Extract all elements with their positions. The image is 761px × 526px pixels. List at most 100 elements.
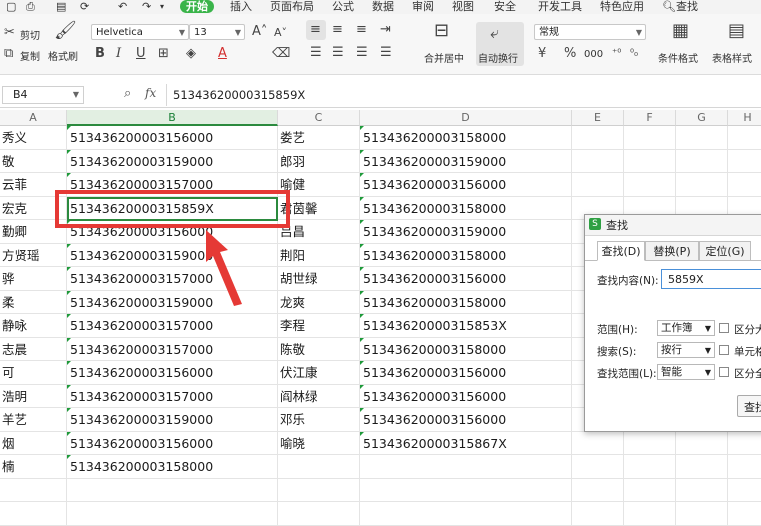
merge-center-button[interactable]: 合并居中 <box>424 50 464 65</box>
cell-e[interactable] <box>572 173 624 197</box>
cell-c[interactable]: 君茵馨 <box>278 196 360 220</box>
dialog-titlebar[interactable]: S 查找 <box>585 215 761 236</box>
align-left-icon[interactable]: ☰ <box>310 46 322 60</box>
cell-c[interactable]: 喻健 <box>278 173 360 197</box>
repeat-icon[interactable]: ⟳ <box>80 0 89 13</box>
cell-d[interactable]: 51343620000315867X <box>360 431 572 455</box>
grow-font-button[interactable]: A˄ <box>252 25 267 39</box>
cell-a[interactable]: 浩明 <box>0 384 67 408</box>
scissors-icon[interactable]: ✂ <box>4 26 15 40</box>
align-bottom-icon[interactable]: ≡ <box>356 23 367 37</box>
number-format-select[interactable]: 常规 ▼ <box>534 24 646 40</box>
cell-c[interactable]: 李程 <box>278 314 360 338</box>
cell-d[interactable]: 513436200003158000 <box>360 126 572 150</box>
cell-e[interactable] <box>572 502 624 526</box>
cell-b[interactable] <box>67 478 278 502</box>
cell-h[interactable] <box>728 479 761 502</box>
column-header-c[interactable]: C <box>278 110 360 126</box>
cell-c[interactable] <box>278 478 360 502</box>
cell-a[interactable]: 敬 <box>0 149 67 173</box>
cell-b[interactable]: 513436200003159000 <box>67 149 278 173</box>
cell-c[interactable]: 喻晓 <box>278 431 360 455</box>
tab-replace[interactable]: 替换(P) <box>645 241 699 261</box>
copy-icon[interactable]: ⧉ <box>4 47 13 61</box>
format-painter-icon[interactable]: 🖌︎ <box>54 22 77 40</box>
cell-f[interactable] <box>624 126 676 150</box>
align-middle-icon[interactable]: ≡ <box>332 23 343 37</box>
cell-b[interactable]: 513436200003158000 <box>67 455 278 479</box>
cell-f[interactable] <box>624 502 676 526</box>
cell-b[interactable]: 513436200003156000 <box>67 126 278 150</box>
cell-c[interactable]: 娄艺 <box>278 126 360 150</box>
merge-cells-icon[interactable]: ⊟ <box>434 22 449 40</box>
cell-a[interactable]: 静咏 <box>0 314 67 338</box>
align-center-icon[interactable]: ☰ <box>332 46 344 60</box>
cell-a[interactable]: 羊艺 <box>0 408 67 432</box>
tab-security[interactable]: 安全 <box>494 0 516 13</box>
cell-h[interactable] <box>728 173 761 197</box>
conditional-format-icon[interactable]: ▦ <box>672 22 689 40</box>
column-header-a[interactable]: A <box>0 110 67 126</box>
cell-b[interactable]: 513436200003156000 <box>67 431 278 455</box>
column-header-g[interactable]: G <box>676 110 728 126</box>
decrease-decimal-icon[interactable]: ⁰₀ <box>630 47 638 61</box>
cell-b[interactable]: 513436200003157000 <box>67 314 278 338</box>
cell-c[interactable]: 陈敬 <box>278 337 360 361</box>
format-painter-button[interactable]: 格式刷 <box>48 48 78 63</box>
cell-e[interactable] <box>572 431 624 455</box>
cell-g[interactable] <box>676 502 728 526</box>
tab-data[interactable]: 数据 <box>372 0 394 13</box>
cell-a[interactable]: 志晨 <box>0 337 67 361</box>
find-button[interactable]: 查找 <box>737 395 761 417</box>
cell-g[interactable] <box>676 126 728 150</box>
cell-d[interactable]: 513436200003158000 <box>360 337 572 361</box>
underline-button[interactable]: U <box>136 47 146 61</box>
cell-h[interactable] <box>728 126 761 150</box>
cell-f[interactable] <box>624 149 676 173</box>
cell-h[interactable] <box>728 455 761 479</box>
cell-c[interactable]: 郎羽 <box>278 149 360 173</box>
match-case-checkbox[interactable] <box>719 323 729 333</box>
tab-developer[interactable]: 开发工具 <box>538 0 582 13</box>
name-box[interactable]: B4 ▼ <box>2 86 84 104</box>
tab-find[interactable]: 查找(D) <box>597 241 645 261</box>
search-icon[interactable]: 🔍︎ <box>662 0 676 13</box>
cell-a[interactable]: 骅 <box>0 267 67 291</box>
look-in-select[interactable]: 智能 ▼ <box>657 364 715 380</box>
cell-d[interactable] <box>360 478 572 502</box>
tab-review[interactable]: 审阅 <box>412 0 434 13</box>
column-header-e[interactable]: E <box>572 110 624 126</box>
tab-page-layout[interactable]: 页面布局 <box>270 0 314 13</box>
cell-b[interactable]: 513436200003159000 <box>67 408 278 432</box>
tab-goto[interactable]: 定位(G) <box>699 241 751 261</box>
column-header-h[interactable]: H <box>728 110 761 126</box>
conditional-format-button[interactable]: 条件格式 <box>658 50 698 65</box>
cell-f[interactable] <box>624 478 676 502</box>
column-header-b[interactable]: B <box>67 110 278 126</box>
cell-e[interactable] <box>572 478 624 502</box>
cell-b[interactable]: 513436200003156000 <box>67 361 278 385</box>
cell-c[interactable]: 阎林绿 <box>278 384 360 408</box>
chevron-down-icon[interactable]: ▾ <box>160 0 164 13</box>
cell-d[interactable]: 513436200003156000 <box>360 173 572 197</box>
cell-c[interactable]: 龙爽 <box>278 290 360 314</box>
indent-icon[interactable]: ⇥ <box>380 23 391 37</box>
justify-icon[interactable]: ☰ <box>380 46 392 60</box>
column-header-f[interactable]: F <box>624 110 676 126</box>
find-what-input[interactable]: 5859X <box>661 269 761 289</box>
cell-a[interactable]: 楠 <box>0 455 67 479</box>
font-size-select[interactable]: 13 ▼ <box>189 24 245 40</box>
fx-button[interactable]: fx <box>145 86 156 100</box>
cell-h[interactable] <box>728 150 761 173</box>
match-width-checkbox[interactable] <box>719 367 729 377</box>
save-icon[interactable]: ▢ <box>6 0 16 13</box>
redo-icon[interactable]: ↷ <box>142 0 151 13</box>
cell-a[interactable]: 可 <box>0 361 67 385</box>
table-style-icon[interactable]: ▤ <box>728 22 745 40</box>
table-style-button[interactable]: 表格样式 <box>712 50 752 65</box>
cell-d[interactable]: 513436200003156000 <box>360 361 572 385</box>
cell-d[interactable] <box>360 455 572 479</box>
tab-insert[interactable]: 插入 <box>230 0 252 13</box>
tab-home[interactable]: 开始 <box>180 0 214 13</box>
cell-a[interactable]: 烟 <box>0 431 67 455</box>
